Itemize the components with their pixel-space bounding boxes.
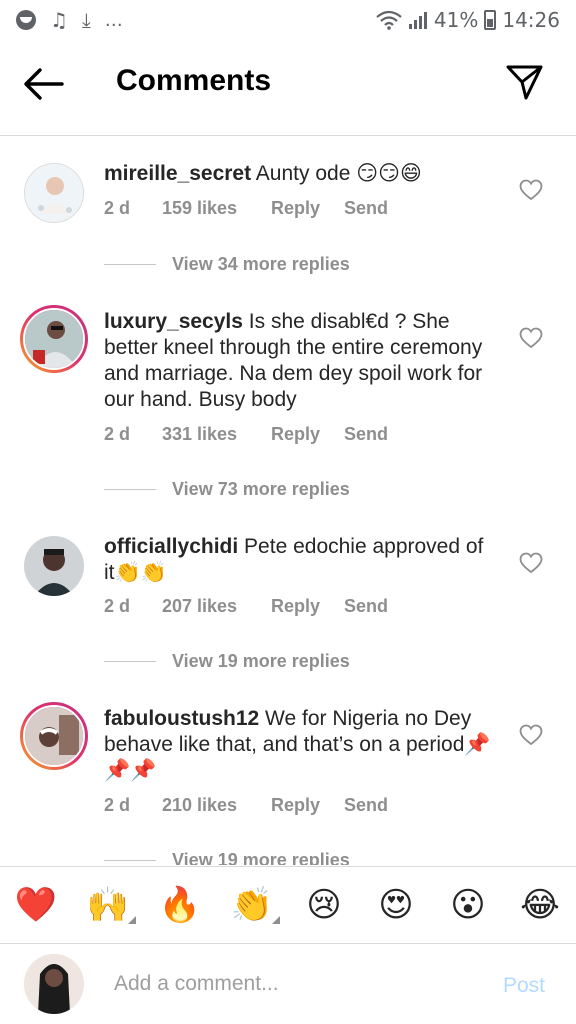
notification-icon xyxy=(16,10,36,30)
back-button[interactable] xyxy=(22,66,66,102)
more-notifications-icon: … xyxy=(104,9,124,31)
clap-emoji-button[interactable]: 👏 xyxy=(230,883,280,927)
paper-plane-icon xyxy=(506,65,543,100)
download-icon: ⤓ xyxy=(81,8,91,32)
comment-username[interactable]: luxury_secyls xyxy=(104,310,243,333)
fire-emoji-button[interactable]: 🔥 xyxy=(158,883,202,927)
comment-meta: 2 d 210 likes Reply Send xyxy=(104,795,388,816)
header: Comments xyxy=(0,40,576,136)
comments-list[interactable]: mireille_secret Aunty ode 😏😏😄 2 d 159 li… xyxy=(0,137,576,865)
comment-body: luxury_secyls Is she disabl€d ? She bett… xyxy=(104,309,494,413)
comment-body: mireille_secret Aunty ode 😏😏😄 xyxy=(104,161,494,187)
like-heart-icon[interactable] xyxy=(519,724,543,746)
replies-divider xyxy=(104,264,156,265)
emoji-reaction-bar: ❤️ 🙌 🔥 👏 😢 😍 😮 😂 xyxy=(0,866,576,944)
comment-likes[interactable]: 207 likes xyxy=(162,596,271,617)
clap-emoji: 👏 xyxy=(230,885,274,925)
variants-indicator-icon xyxy=(272,916,280,924)
like-heart-icon[interactable] xyxy=(519,179,543,201)
laughing-emoji-button[interactable]: 😂 xyxy=(518,883,562,927)
comment-time: 2 d xyxy=(104,424,131,444)
view-replies-label: View 19 more replies xyxy=(172,850,350,865)
comment-username[interactable]: mireille_secret xyxy=(104,162,251,185)
reply-button[interactable]: Reply xyxy=(271,424,344,445)
raised-hands-emoji: 🙌 xyxy=(86,885,130,925)
signal-icon xyxy=(408,12,427,29)
comment-likes[interactable]: 331 likes xyxy=(162,424,271,445)
crying-emoji-button[interactable]: 😢 xyxy=(302,883,346,927)
current-user-avatar xyxy=(24,954,84,1014)
reply-button[interactable]: Reply xyxy=(271,795,344,816)
clock: 14:26 xyxy=(502,8,560,32)
avatar[interactable] xyxy=(24,536,84,596)
arrow-left-icon xyxy=(24,68,64,100)
comment-composer: Post xyxy=(0,944,576,1024)
comment-username[interactable]: officiallychidi xyxy=(104,535,238,558)
view-replies-button[interactable]: View 19 more replies xyxy=(104,651,350,672)
battery-icon xyxy=(484,10,497,30)
replies-divider xyxy=(104,860,156,861)
view-replies-button[interactable]: View 73 more replies xyxy=(104,479,350,500)
page-title: Comments xyxy=(116,64,272,97)
send-button[interactable]: Send xyxy=(344,596,388,617)
avatar[interactable] xyxy=(24,163,84,223)
comment-input[interactable] xyxy=(114,966,474,1002)
wifi-icon xyxy=(376,10,402,30)
comment-time: 2 d xyxy=(104,198,131,218)
comment-text: Aunty ode 😏😏😄 xyxy=(255,162,422,185)
status-bar: ♫ ⤓ … 41% 14:26 xyxy=(0,0,576,40)
battery-percent: 41% xyxy=(433,8,479,32)
comment-meta: 2 d 331 likes Reply Send xyxy=(104,424,388,445)
raised-hands-emoji-button[interactable]: 🙌 xyxy=(86,883,136,927)
comment-username[interactable]: fabuloustush12 xyxy=(104,707,259,730)
heart-eyes-emoji-button[interactable]: 😍 xyxy=(374,883,418,927)
like-heart-icon[interactable] xyxy=(519,552,543,574)
like-heart-icon[interactable] xyxy=(519,327,543,349)
send-button[interactable]: Send xyxy=(344,795,388,816)
comment-time: 2 d xyxy=(104,795,131,815)
reply-button[interactable]: Reply xyxy=(271,198,344,219)
surprised-emoji-button[interactable]: 😮 xyxy=(446,883,490,927)
heart-emoji-button[interactable]: ❤️ xyxy=(14,883,58,927)
comment-likes[interactable]: 210 likes xyxy=(162,795,271,816)
share-button[interactable] xyxy=(504,62,548,106)
comment-meta: 2 d 207 likes Reply Send xyxy=(104,596,388,617)
reply-button[interactable]: Reply xyxy=(271,596,344,617)
view-replies-label: View 19 more replies xyxy=(172,651,350,671)
view-replies-label: View 34 more replies xyxy=(172,254,350,274)
comment-likes[interactable]: 159 likes xyxy=(162,198,271,219)
view-replies-button[interactable]: View 34 more replies xyxy=(104,254,350,275)
send-button[interactable]: Send xyxy=(344,424,388,445)
variants-indicator-icon xyxy=(128,916,136,924)
comment-meta: 2 d 159 likes Reply Send xyxy=(104,198,388,219)
avatar[interactable] xyxy=(20,305,88,373)
tiktok-icon: ♫ xyxy=(50,8,68,32)
view-replies-label: View 73 more replies xyxy=(172,479,350,499)
replies-divider xyxy=(104,489,156,490)
comment-body: fabuloustush12 We for Nigeria no Dey beh… xyxy=(104,706,494,784)
comment-time: 2 d xyxy=(104,596,131,616)
send-button[interactable]: Send xyxy=(344,198,388,219)
comment-body: officiallychidi Pete edochie approved of… xyxy=(104,534,494,586)
avatar[interactable] xyxy=(20,702,88,770)
view-replies-button[interactable]: View 19 more replies xyxy=(104,850,350,865)
post-button[interactable]: Post xyxy=(503,974,545,998)
replies-divider xyxy=(104,661,156,662)
